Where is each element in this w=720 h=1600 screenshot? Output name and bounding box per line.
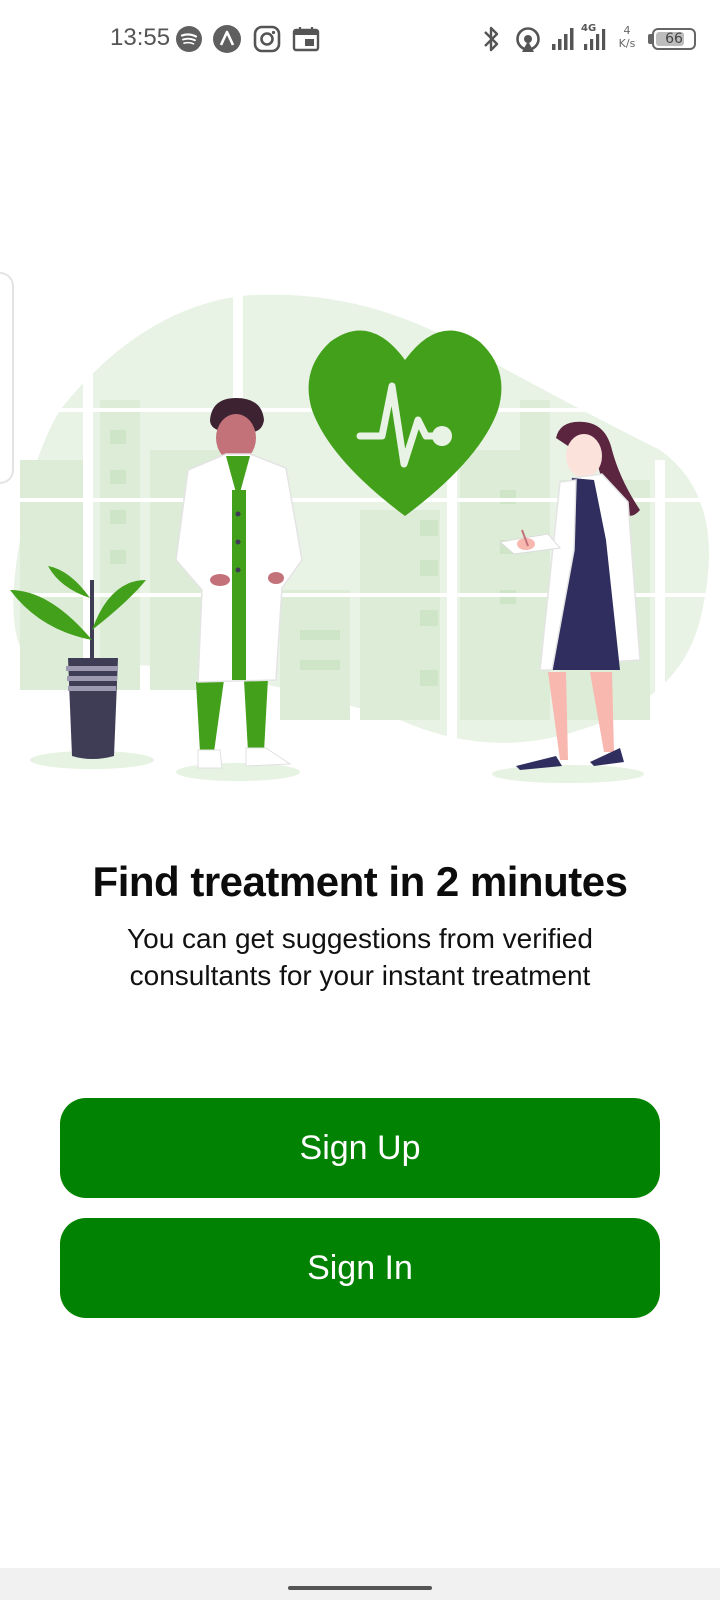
- home-indicator[interactable]: [288, 1586, 432, 1590]
- network-speed: 4 K/s: [614, 24, 640, 50]
- headline: Find treatment in 2 minutes: [92, 858, 628, 905]
- navigation-bar: [0, 1568, 720, 1600]
- network-speed-unit: K/s: [618, 37, 636, 50]
- signal-4g-icon: 4G: [581, 23, 606, 50]
- instagram-icon: [253, 25, 281, 53]
- bluetooth-icon: [484, 26, 499, 52]
- status-time: 13:55: [110, 24, 171, 51]
- sign-up-button[interactable]: Sign Up: [60, 1098, 660, 1198]
- network-speed-value: 4: [623, 24, 631, 37]
- signal-icon: [552, 28, 574, 50]
- battery-percent: 66: [665, 31, 683, 47]
- status-bar: 13:55 4G 4 K/s 66: [0, 0, 720, 80]
- hotspot-icon: [516, 27, 540, 52]
- calendar-icon: [292, 27, 320, 52]
- sign-in-button[interactable]: Sign In: [60, 1218, 660, 1318]
- subtitle: You can get suggestions from verified co…: [127, 923, 593, 991]
- battery-icon: 66: [652, 28, 696, 50]
- network-type-label: 4G: [581, 23, 596, 34]
- spotify-icon: [176, 26, 202, 52]
- app-icon: [213, 25, 241, 53]
- doctors-illustration: [10, 290, 710, 783]
